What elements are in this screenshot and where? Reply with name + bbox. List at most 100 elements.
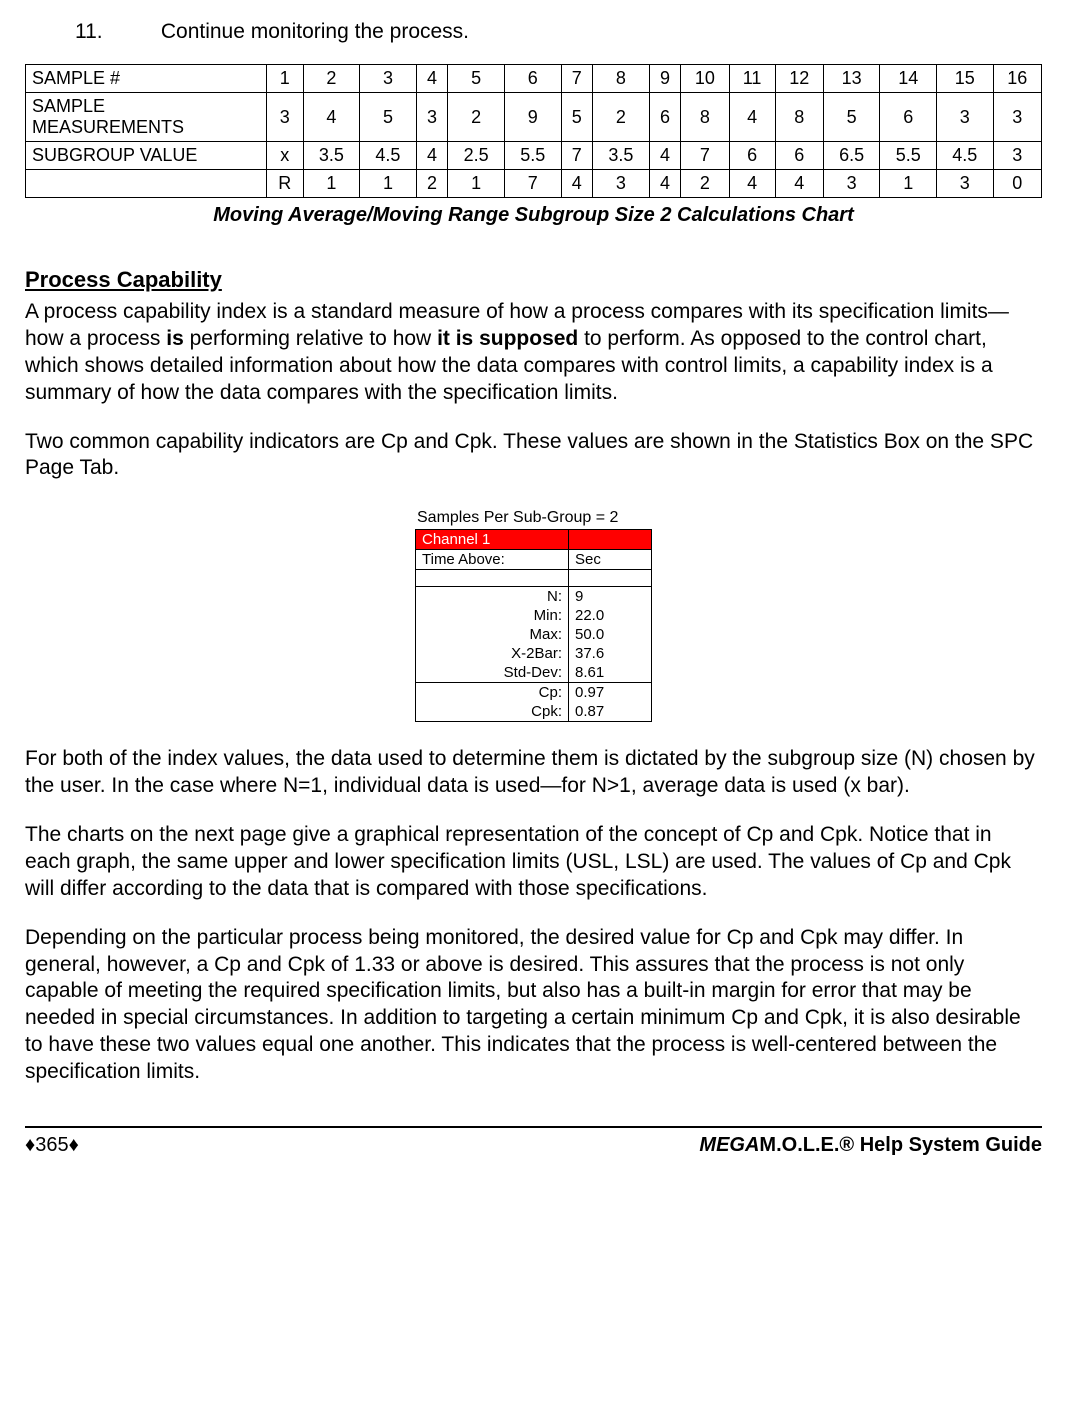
table-cell: 16 [993, 65, 1041, 93]
stats-channel-label: Channel 1 [416, 530, 569, 550]
table-cell: 3.5 [593, 142, 650, 170]
table-cell: 3 [993, 93, 1041, 142]
footer-page: ♦365♦ [25, 1134, 79, 1157]
table-cell: 4 [649, 142, 681, 170]
table-cell: 10 [681, 65, 729, 93]
stats-value: 8.61 [569, 663, 652, 683]
footer-guide-mega: MEGA [699, 1134, 759, 1156]
page-footer: ♦365♦ MEGAM.O.L.E.® Help System Guide [25, 1126, 1042, 1157]
table-cell: 3 [593, 170, 650, 198]
table-row: SAMPLE MEASUREMENTS3453295268485633 [26, 93, 1042, 142]
table-cell: 4 [561, 170, 593, 198]
table-cell: 1 [880, 170, 937, 198]
section-heading: Process Capability [25, 267, 1042, 293]
table-cell: 11 [729, 65, 775, 93]
table-cell: 2.5 [448, 142, 505, 170]
table-cell: 1 [448, 170, 505, 198]
table-cell: 4 [649, 170, 681, 198]
stats-blank-row [416, 570, 652, 587]
stats-value: 0.87 [569, 702, 652, 722]
table-cell: 1 [267, 65, 304, 93]
stats-timeabove-label: Time Above: [416, 550, 569, 570]
table-cell: 8 [593, 65, 650, 93]
table-cell: 3 [267, 93, 304, 142]
table-cell: x [267, 142, 304, 170]
stats-row: N:9 [416, 587, 652, 607]
table-cell: 5 [561, 93, 593, 142]
stats-label: X-2Bar: [416, 644, 569, 663]
footer-guide-rest: M.O.L.E.® Help System Guide [759, 1134, 1042, 1156]
table-cell: 8 [681, 93, 729, 142]
table-cell: 1 [360, 170, 417, 198]
table-caption: Moving Average/Moving Range Subgroup Siz… [25, 204, 1042, 227]
stats-row: X-2Bar:37.6 [416, 644, 652, 663]
stats-label: N: [416, 587, 569, 607]
stats-label: Cp: [416, 683, 569, 703]
step-text: Continue monitoring the process. [161, 20, 469, 43]
table-row: R112174342443130 [26, 170, 1042, 198]
table-cell: 15 [937, 65, 994, 93]
paragraph-5: Depending on the particular process bein… [25, 925, 1042, 1086]
table-cell: 7 [561, 65, 593, 93]
stats-row: Max:50.0 [416, 625, 652, 644]
table-cell: 2 [303, 65, 360, 93]
stats-row: Cpk:0.87 [416, 702, 652, 722]
stats-value: 9 [569, 587, 652, 607]
row-label [26, 170, 267, 198]
row-label: SUBGROUP VALUE [26, 142, 267, 170]
stats-channel-row: Channel 1 [416, 530, 652, 550]
table-cell: 2 [448, 93, 505, 142]
paragraph-1: A process capability index is a standard… [25, 299, 1042, 407]
p1-d: it is supposed [437, 327, 578, 350]
calculations-table: SAMPLE #12345678910111213141516SAMPLE ME… [25, 64, 1042, 198]
table-cell: 5 [823, 93, 880, 142]
p1-b: is [166, 327, 184, 350]
table-cell: 4 [729, 170, 775, 198]
table-cell: 5.5 [880, 142, 937, 170]
table-cell: 2 [681, 170, 729, 198]
table-cell: 9 [649, 65, 681, 93]
table-cell: 5.5 [504, 142, 561, 170]
table-cell: 6 [729, 142, 775, 170]
table-cell: 4.5 [360, 142, 417, 170]
table-cell: 12 [775, 65, 823, 93]
paragraph-4: The charts on the next page give a graph… [25, 822, 1042, 903]
table-cell: 5 [360, 93, 417, 142]
row-label: SAMPLE # [26, 65, 267, 93]
table-row: SUBGROUP VALUEx3.54.542.55.573.547666.55… [26, 142, 1042, 170]
table-row: SAMPLE #12345678910111213141516 [26, 65, 1042, 93]
stats-channel-value [569, 530, 652, 550]
table-cell: 4.5 [937, 142, 994, 170]
table-cell: 2 [593, 93, 650, 142]
table-cell: 14 [880, 65, 937, 93]
stats-value: 22.0 [569, 606, 652, 625]
stats-label: Max: [416, 625, 569, 644]
stats-timeabove-row: Time Above: Sec [416, 550, 652, 570]
stats-row: Std-Dev:8.61 [416, 663, 652, 683]
table-cell: 2 [416, 170, 448, 198]
step-number: 11. [75, 20, 155, 44]
stats-row: Cp:0.97 [416, 683, 652, 703]
statistics-box-wrap: Samples Per Sub-Group = 2 Channel 1 Time… [25, 504, 1042, 722]
table-cell: 3 [823, 170, 880, 198]
table-cell: 1 [303, 170, 360, 198]
table-cell: 3 [993, 142, 1041, 170]
table-cell: 8 [775, 93, 823, 142]
stats-value: 50.0 [569, 625, 652, 644]
table-cell: 6 [649, 93, 681, 142]
table-cell: 7 [561, 142, 593, 170]
table-cell: 7 [681, 142, 729, 170]
table-cell: 6 [504, 65, 561, 93]
stats-row: Min:22.0 [416, 606, 652, 625]
table-cell: 3 [416, 93, 448, 142]
statistics-table: Channel 1 Time Above: Sec N:9Min:22.0Max… [415, 529, 652, 722]
p1-c: performing relative to how [184, 327, 437, 350]
table-cell: 6 [775, 142, 823, 170]
table-cell: 4 [729, 93, 775, 142]
table-cell: 3 [937, 170, 994, 198]
statistics-box: Samples Per Sub-Group = 2 Channel 1 Time… [415, 509, 652, 722]
table-cell: 3.5 [303, 142, 360, 170]
footer-guide: MEGAM.O.L.E.® Help System Guide [699, 1134, 1042, 1157]
stats-value: 0.97 [569, 683, 652, 703]
table-cell: 7 [504, 170, 561, 198]
